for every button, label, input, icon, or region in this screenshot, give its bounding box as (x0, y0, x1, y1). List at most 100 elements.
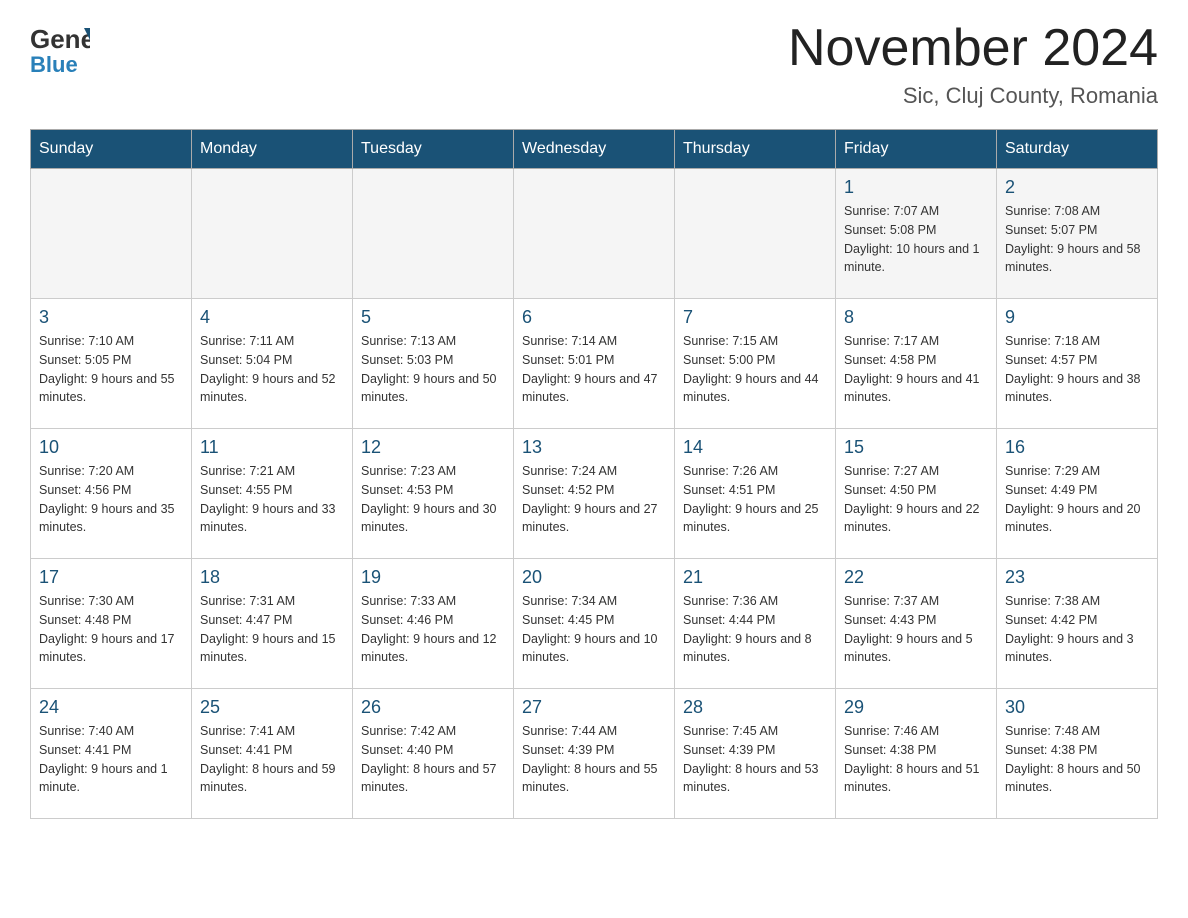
day-number: 26 (361, 697, 505, 718)
day-number: 30 (1005, 697, 1149, 718)
day-number: 24 (39, 697, 183, 718)
day-info: Sunrise: 7:30 AM Sunset: 4:48 PM Dayligh… (39, 592, 183, 667)
logo: General Blue (30, 20, 90, 75)
logo-icon: General Blue (30, 20, 90, 75)
day-number: 10 (39, 437, 183, 458)
header-friday: Friday (836, 130, 997, 169)
day-cell: 20 Sunrise: 7:34 AM Sunset: 4:45 PM Dayli… (514, 559, 675, 689)
calendar-header-row: Sunday Monday Tuesday Wednesday Thursday… (31, 130, 1158, 169)
day-info: Sunrise: 7:10 AM Sunset: 5:05 PM Dayligh… (39, 332, 183, 407)
day-cell (353, 169, 514, 299)
day-cell: 7 Sunrise: 7:15 AM Sunset: 5:00 PM Daylig… (675, 299, 836, 429)
day-number: 22 (844, 567, 988, 588)
day-info: Sunrise: 7:18 AM Sunset: 4:57 PM Dayligh… (1005, 332, 1149, 407)
day-number: 1 (844, 177, 988, 198)
day-cell: 6 Sunrise: 7:14 AM Sunset: 5:01 PM Daylig… (514, 299, 675, 429)
week-row-1: 1 Sunrise: 7:07 AM Sunset: 5:08 PM Daylig… (31, 169, 1158, 299)
day-number: 16 (1005, 437, 1149, 458)
header-sunday: Sunday (31, 130, 192, 169)
day-info: Sunrise: 7:14 AM Sunset: 5:01 PM Dayligh… (522, 332, 666, 407)
day-number: 15 (844, 437, 988, 458)
calendar-table: Sunday Monday Tuesday Wednesday Thursday… (30, 129, 1158, 819)
day-cell (514, 169, 675, 299)
day-info: Sunrise: 7:46 AM Sunset: 4:38 PM Dayligh… (844, 722, 988, 797)
day-info: Sunrise: 7:31 AM Sunset: 4:47 PM Dayligh… (200, 592, 344, 667)
day-number: 13 (522, 437, 666, 458)
day-number: 6 (522, 307, 666, 328)
day-info: Sunrise: 7:20 AM Sunset: 4:56 PM Dayligh… (39, 462, 183, 537)
day-info: Sunrise: 7:24 AM Sunset: 4:52 PM Dayligh… (522, 462, 666, 537)
day-number: 23 (1005, 567, 1149, 588)
day-info: Sunrise: 7:36 AM Sunset: 4:44 PM Dayligh… (683, 592, 827, 667)
day-number: 20 (522, 567, 666, 588)
day-cell: 21 Sunrise: 7:36 AM Sunset: 4:44 PM Dayli… (675, 559, 836, 689)
day-cell: 18 Sunrise: 7:31 AM Sunset: 4:47 PM Dayli… (192, 559, 353, 689)
location-subtitle: Sic, Cluj County, Romania (788, 83, 1158, 109)
day-info: Sunrise: 7:07 AM Sunset: 5:08 PM Dayligh… (844, 202, 988, 277)
day-info: Sunrise: 7:37 AM Sunset: 4:43 PM Dayligh… (844, 592, 988, 667)
header-thursday: Thursday (675, 130, 836, 169)
day-info: Sunrise: 7:45 AM Sunset: 4:39 PM Dayligh… (683, 722, 827, 797)
header-wednesday: Wednesday (514, 130, 675, 169)
day-info: Sunrise: 7:21 AM Sunset: 4:55 PM Dayligh… (200, 462, 344, 537)
day-info: Sunrise: 7:27 AM Sunset: 4:50 PM Dayligh… (844, 462, 988, 537)
day-cell: 23 Sunrise: 7:38 AM Sunset: 4:42 PM Dayli… (997, 559, 1158, 689)
day-number: 12 (361, 437, 505, 458)
header-monday: Monday (192, 130, 353, 169)
day-cell: 4 Sunrise: 7:11 AM Sunset: 5:04 PM Daylig… (192, 299, 353, 429)
day-number: 3 (39, 307, 183, 328)
day-cell (31, 169, 192, 299)
day-cell: 2Sunrise: 7:08 AM Sunset: 5:07 PM Daylig… (997, 169, 1158, 299)
day-cell: 10 Sunrise: 7:20 AM Sunset: 4:56 PM Dayli… (31, 429, 192, 559)
day-cell: 3 Sunrise: 7:10 AM Sunset: 5:05 PM Daylig… (31, 299, 192, 429)
day-number: 27 (522, 697, 666, 718)
day-cell: 16 Sunrise: 7:29 AM Sunset: 4:49 PM Dayli… (997, 429, 1158, 559)
day-info: Sunrise: 7:40 AM Sunset: 4:41 PM Dayligh… (39, 722, 183, 797)
day-cell: 1 Sunrise: 7:07 AM Sunset: 5:08 PM Daylig… (836, 169, 997, 299)
day-cell: 28Sunrise: 7:45 AM Sunset: 4:39 PM Dayli… (675, 689, 836, 819)
day-number: 4 (200, 307, 344, 328)
day-number: 8 (844, 307, 988, 328)
day-number: 18 (200, 567, 344, 588)
month-year-title: November 2024 (788, 20, 1158, 77)
week-row-4: 17Sunrise: 7:30 AM Sunset: 4:48 PM Dayli… (31, 559, 1158, 689)
title-section: November 2024 Sic, Cluj County, Romania (788, 20, 1158, 109)
day-number: 29 (844, 697, 988, 718)
day-cell: 29 Sunrise: 7:46 AM Sunset: 4:38 PM Dayli… (836, 689, 997, 819)
week-row-3: 10 Sunrise: 7:20 AM Sunset: 4:56 PM Dayli… (31, 429, 1158, 559)
day-info: Sunrise: 7:48 AM Sunset: 4:38 PM Dayligh… (1005, 722, 1149, 797)
day-number: 2 (1005, 177, 1149, 198)
day-cell: 8 Sunrise: 7:17 AM Sunset: 4:58 PM Daylig… (836, 299, 997, 429)
day-info: Sunrise: 7:41 AM Sunset: 4:41 PM Dayligh… (200, 722, 344, 797)
day-info: Sunrise: 7:11 AM Sunset: 5:04 PM Dayligh… (200, 332, 344, 407)
day-cell: 12 Sunrise: 7:23 AM Sunset: 4:53 PM Dayli… (353, 429, 514, 559)
day-cell: 19Sunrise: 7:33 AM Sunset: 4:46 PM Dayli… (353, 559, 514, 689)
header-tuesday: Tuesday (353, 130, 514, 169)
day-info: Sunrise: 7:26 AM Sunset: 4:51 PM Dayligh… (683, 462, 827, 537)
day-cell: 13 Sunrise: 7:24 AM Sunset: 4:52 PM Dayli… (514, 429, 675, 559)
day-cell: 11 Sunrise: 7:21 AM Sunset: 4:55 PM Dayli… (192, 429, 353, 559)
header-saturday: Saturday (997, 130, 1158, 169)
day-number: 11 (200, 437, 344, 458)
day-cell: 25 Sunrise: 7:41 AM Sunset: 4:41 PM Dayli… (192, 689, 353, 819)
day-info: Sunrise: 7:38 AM Sunset: 4:42 PM Dayligh… (1005, 592, 1149, 667)
day-number: 21 (683, 567, 827, 588)
day-number: 9 (1005, 307, 1149, 328)
day-info: Sunrise: 7:23 AM Sunset: 4:53 PM Dayligh… (361, 462, 505, 537)
day-number: 14 (683, 437, 827, 458)
day-number: 7 (683, 307, 827, 328)
day-info: Sunrise: 7:29 AM Sunset: 4:49 PM Dayligh… (1005, 462, 1149, 537)
day-info: Sunrise: 7:13 AM Sunset: 5:03 PM Dayligh… (361, 332, 505, 407)
day-info: Sunrise: 7:33 AM Sunset: 4:46 PM Dayligh… (361, 592, 505, 667)
day-cell: 17Sunrise: 7:30 AM Sunset: 4:48 PM Dayli… (31, 559, 192, 689)
svg-text:General: General (30, 24, 90, 54)
day-cell: 22 Sunrise: 7:37 AM Sunset: 4:43 PM Dayli… (836, 559, 997, 689)
day-info: Sunrise: 7:44 AM Sunset: 4:39 PM Dayligh… (522, 722, 666, 797)
day-cell (675, 169, 836, 299)
week-row-2: 3 Sunrise: 7:10 AM Sunset: 5:05 PM Daylig… (31, 299, 1158, 429)
day-info: Sunrise: 7:34 AM Sunset: 4:45 PM Dayligh… (522, 592, 666, 667)
day-info: Sunrise: 7:17 AM Sunset: 4:58 PM Dayligh… (844, 332, 988, 407)
day-number: 25 (200, 697, 344, 718)
day-cell: 9 Sunrise: 7:18 AM Sunset: 4:57 PM Daylig… (997, 299, 1158, 429)
day-info: Sunrise: 7:15 AM Sunset: 5:00 PM Dayligh… (683, 332, 827, 407)
